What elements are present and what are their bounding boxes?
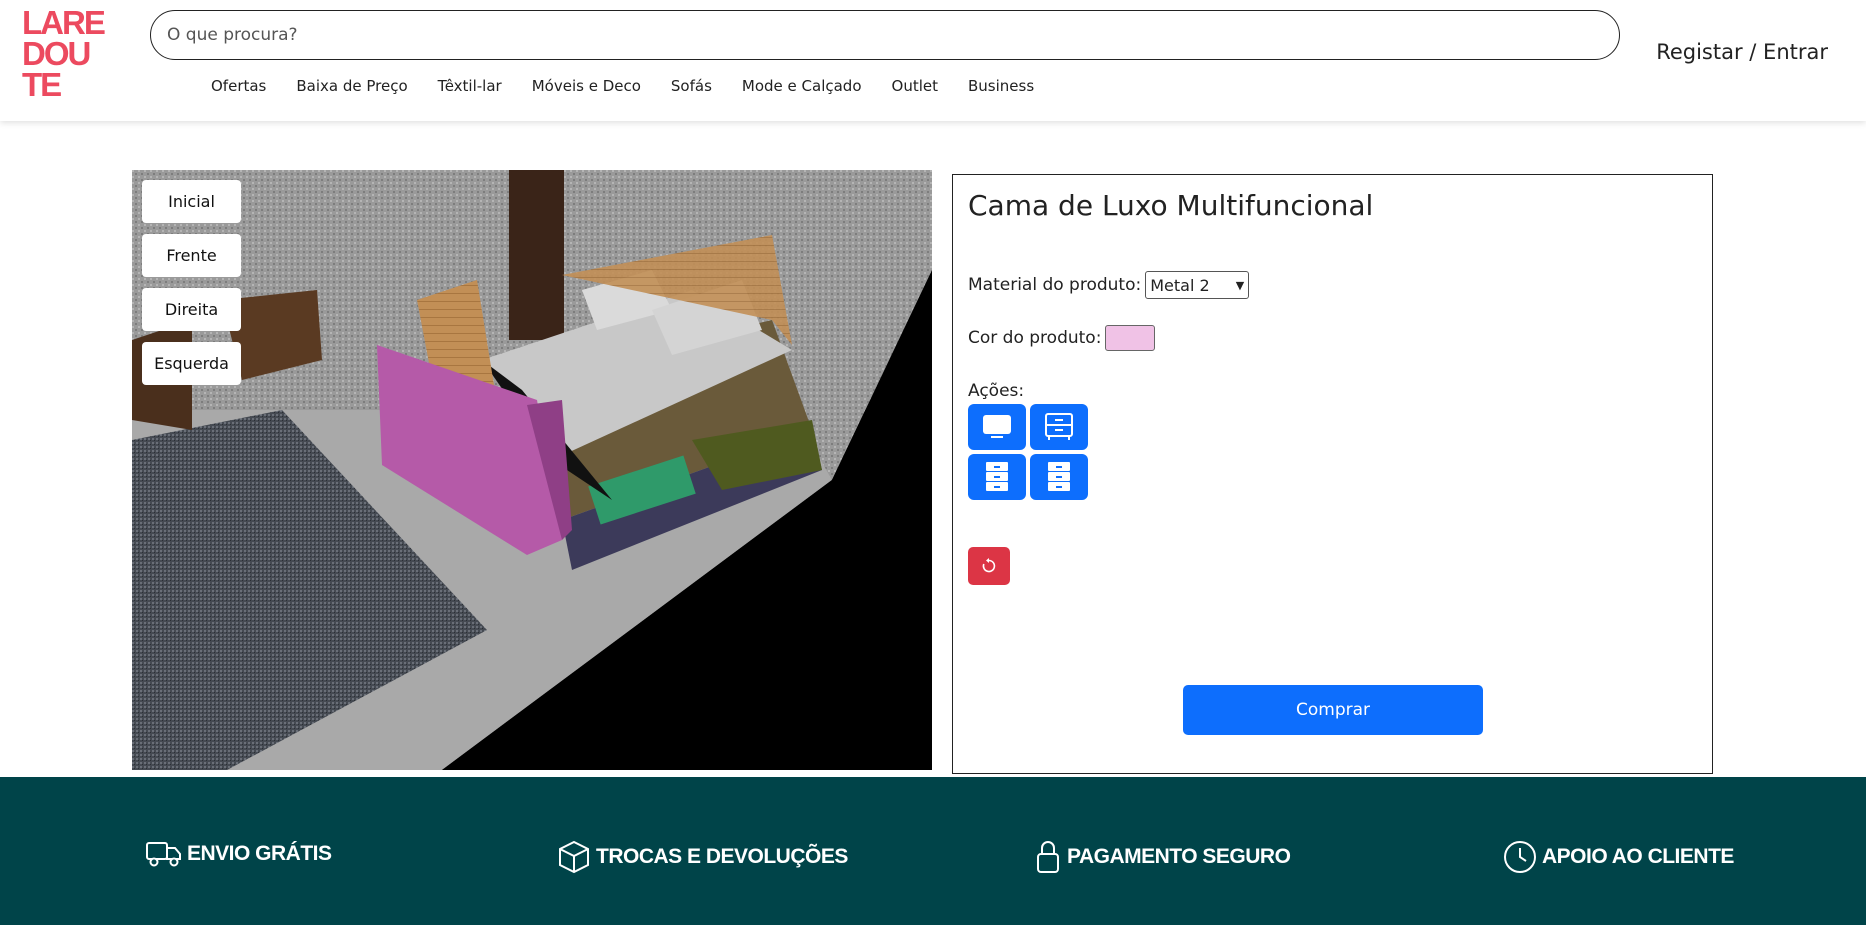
drawer-cabinet-icon [1048, 462, 1070, 491]
color-row: Cor do produto: [968, 325, 1156, 351]
nav-item-moveis-e-deco[interactable]: Móveis e Deco [532, 76, 641, 96]
clock-icon [1504, 841, 1536, 873]
actions-label: Ações: [968, 381, 1025, 401]
action-buttons [968, 404, 1088, 500]
chevron-down-icon: ▼ [1235, 278, 1245, 292]
site-footer: ENVIO GRÁTIS TROCAS E DEVOLUÇÕES PAGAMEN… [0, 777, 1866, 925]
add-drawer-cabinet-button[interactable] [968, 454, 1026, 500]
color-label: Cor do produto: [968, 328, 1102, 348]
color-picker[interactable] [1105, 325, 1156, 351]
camera-right-button[interactable]: Direita [142, 288, 241, 331]
nav-item-baixa-de-preco[interactable]: Baixa de Preço [296, 76, 407, 96]
feature-customer-support: APOIO AO CLIENTE [1502, 839, 1734, 875]
brand-logo[interactable]: LARE DOU TE [22, 6, 112, 103]
product-3d-viewer[interactable]: Inicial Frente Direita Esquerda [132, 170, 932, 770]
lock-icon [1037, 841, 1059, 873]
feature-free-shipping: ENVIO GRÁTIS [145, 839, 332, 869]
nav-item-mode-e-calcado[interactable]: Mode e Calçado [742, 76, 862, 96]
truck-icon [146, 842, 181, 867]
nav-item-ofertas[interactable]: Ofertas [211, 76, 266, 96]
logo-line: TE [22, 66, 62, 103]
feature-secure-payment: PAGAMENTO SEGURO [1033, 839, 1291, 875]
login-link[interactable]: Entrar [1763, 40, 1828, 64]
buy-button[interactable]: Comprar [1183, 685, 1483, 735]
nav-item-business[interactable]: Business [968, 76, 1034, 96]
product-title: Cama de Luxo Multifuncional [968, 189, 1374, 222]
site-header: LARE DOU TE Ofertas Baixa de Preço Têxti… [0, 0, 1866, 121]
feature-label: APOIO AO CLIENTE [1542, 845, 1734, 868]
product-config-panel: Cama de Luxo Multifuncional Material do … [952, 174, 1713, 774]
tv-icon [983, 415, 1011, 438]
add-nightstand-button[interactable] [1030, 404, 1088, 450]
drawer-cabinet-icon [986, 462, 1008, 491]
nav-item-sofas[interactable]: Sofás [671, 76, 712, 96]
feature-label: ENVIO GRÁTIS [187, 842, 332, 865]
add-drawer-cabinet-button[interactable] [1030, 454, 1088, 500]
camera-left-button[interactable]: Esquerda [142, 342, 241, 385]
main-nav: Ofertas Baixa de Preço Têxtil-lar Móveis… [211, 76, 1064, 96]
camera-controls: Inicial Frente Direita Esquerda [142, 180, 241, 385]
wooden-pillar [509, 170, 564, 340]
scene-canvas[interactable] [132, 170, 932, 770]
feature-label: PAGAMENTO SEGURO [1067, 845, 1291, 868]
material-row: Material do produto: Metal 2 ▼ [968, 271, 1250, 299]
reset-icon [982, 558, 996, 573]
nightstand-icon [1045, 413, 1073, 440]
search-input[interactable] [150, 10, 1620, 60]
feature-returns: TROCAS E DEVOLUÇÕES [556, 839, 848, 875]
auth-separator: / [1742, 40, 1764, 64]
add-tv-button[interactable] [968, 404, 1026, 450]
box-icon [559, 840, 589, 874]
camera-front-button[interactable]: Frente [142, 234, 241, 277]
feature-label: TROCAS E DEVOLUÇÕES [596, 845, 848, 868]
account-links: Registar / Entrar [1656, 40, 1828, 64]
nav-item-outlet[interactable]: Outlet [892, 76, 938, 96]
material-value: Metal 2 [1150, 275, 1210, 295]
reset-button[interactable] [968, 547, 1010, 585]
nav-item-textil-lar[interactable]: Têxtil-lar [438, 76, 502, 96]
material-select[interactable]: Metal 2 ▼ [1145, 271, 1250, 299]
register-link[interactable]: Registar [1656, 40, 1742, 64]
camera-initial-button[interactable]: Inicial [142, 180, 241, 223]
material-label: Material do produto: [968, 275, 1142, 295]
